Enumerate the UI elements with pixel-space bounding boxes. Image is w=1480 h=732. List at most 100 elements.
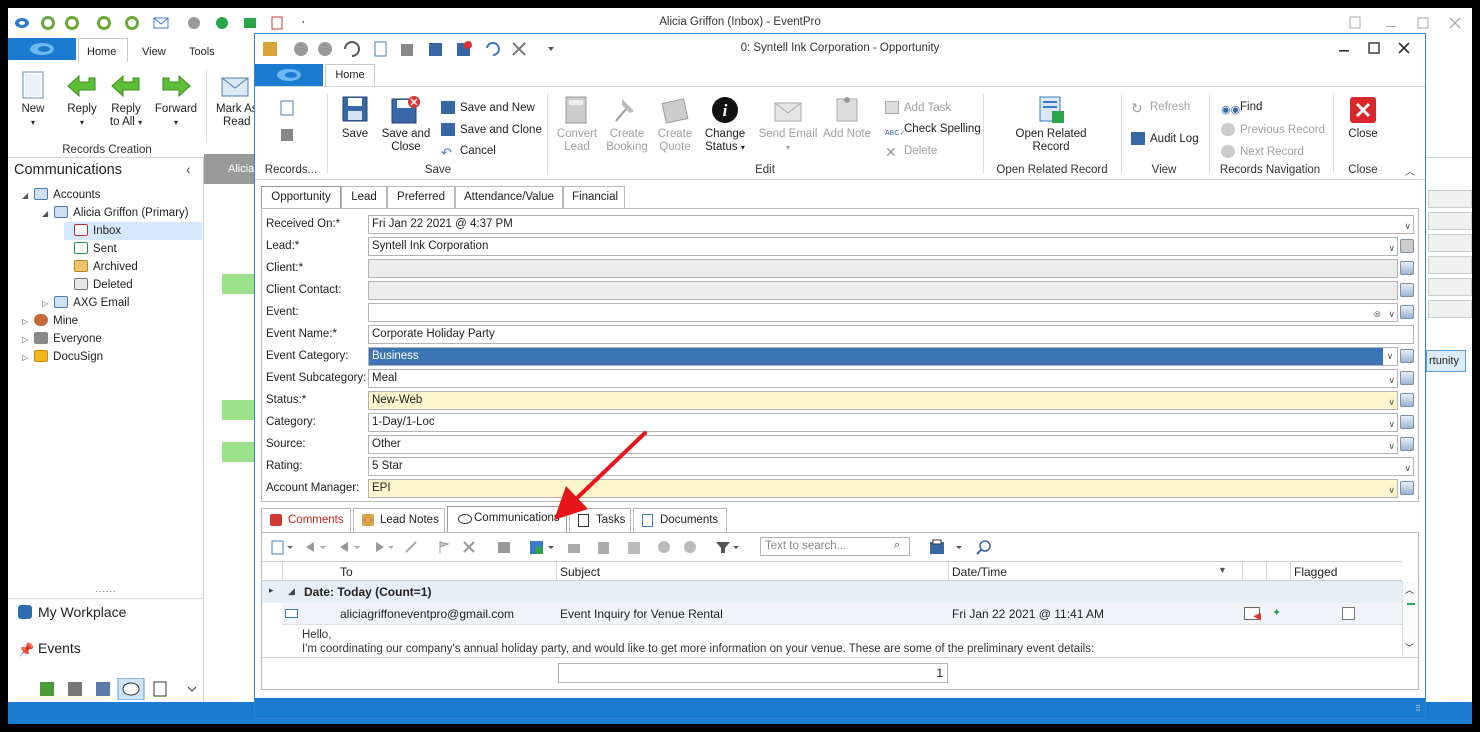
refresh-button[interactable]: ↻ Refresh [1131,101,1190,115]
dialog-file-tab[interactable] [255,64,323,86]
previous-record-button[interactable]: Previous Record [1221,123,1325,136]
grid-print-filter-icons[interactable] [926,538,996,556]
chevron-down-icon[interactable]: ∨ [1388,240,1395,257]
tab-lead[interactable]: Lead [341,186,387,208]
tree-item-accounts[interactable]: ◢ Accounts [22,188,100,201]
tree-item-inbox[interactable]: Inbox [74,224,121,237]
audit-log-button[interactable]: Audit Log [1131,132,1199,145]
nav-events[interactable]: 📌 Events [18,640,81,657]
tab-comments[interactable]: Comments [261,508,351,532]
event-subcategory-field[interactable]: Meal ∨ [368,369,1398,388]
column-header-subject[interactable]: Subject [560,565,600,579]
tab-documents[interactable]: Documents [633,508,727,532]
event-field[interactable]: ⊗ ∨ [368,303,1398,322]
status-field[interactable]: New-Web ∨ [368,391,1398,410]
chevron-down-icon[interactable]: ∨ [1404,460,1411,477]
search-magnifier-icon[interactable]: ⌕ [894,539,900,552]
reply-button[interactable]: Reply ▾ [60,70,104,129]
lead-field[interactable]: Syntell Ink Corporation ∨ [368,237,1398,256]
chevron-down-icon[interactable]: ∨ [1388,438,1395,455]
scroll-down-icon[interactable]: ﹀ [1405,641,1414,654]
save-and-close-button[interactable]: Save and Close [379,95,433,154]
file-tab[interactable] [8,38,76,60]
tab-opportunity[interactable]: Opportunity [261,186,341,208]
rating-field[interactable]: 5 Star ∨ [368,457,1414,476]
grid-group-row[interactable]: ▸ ◢ Date: Today (Count=1) [262,581,1402,603]
clear-icon[interactable]: ⊗ [1373,306,1381,323]
add-note-button[interactable]: Add Note [821,95,873,141]
tab-attendance-value[interactable]: Attendance/Value [455,186,563,208]
grid-scrollbar[interactable]: ︿ ﹀ [1402,581,1418,657]
tab-home[interactable]: Home [87,46,116,58]
status-lookup-icon[interactable] [1400,393,1414,407]
column-header-to[interactable]: To [340,565,353,579]
category-lookup-icon[interactable] [1400,415,1414,429]
chevron-down-icon[interactable]: ∨ [1388,306,1395,323]
account-manager-field[interactable]: EPI ∨ [368,479,1398,498]
scroll-up-icon[interactable]: ︿ [1405,583,1414,596]
delete-button[interactable]: ✕ Delete [885,145,937,159]
chevron-down-icon[interactable]: ∨ [1388,416,1395,433]
tree-item-everyone[interactable]: ▷ Everyone [22,332,102,345]
chevron-down-icon[interactable]: ∨ [1388,372,1395,389]
event-lookup-icon[interactable] [1400,305,1414,319]
sidebar-splitter[interactable]: ...... [8,584,204,594]
event-name-field[interactable]: Corporate Holiday Party [368,325,1414,344]
dialog-tab-home[interactable]: Home [325,64,375,86]
event-subcategory-lookup-icon[interactable] [1400,371,1414,385]
tree-item-docusign[interactable]: ▷ DocuSign [22,350,103,363]
close-button[interactable]: Close [1341,95,1385,141]
client-contact-lookup-icon[interactable] [1400,283,1414,297]
create-quote-button[interactable]: Create Quote [653,95,697,154]
collapse-sidebar-icon[interactable]: ‹ [186,161,191,177]
records-button[interactable]: Records... [261,164,321,176]
next-record-button[interactable]: Next Record [1221,145,1304,158]
tree-item-deleted[interactable]: Deleted [74,278,133,291]
reply-all-button[interactable]: Reply to All ▾ [106,70,146,129]
source-field[interactable]: Other ∨ [368,435,1398,454]
grid-toolbar-icons[interactable] [268,538,758,556]
table-row[interactable]: aliciagriffoneventpro@gmail.com Event In… [282,603,1402,625]
tree-item-sent[interactable]: Sent [74,242,117,255]
tree-item-mine[interactable]: ▷ Mine [22,314,78,327]
tab-tools[interactable]: Tools [189,46,215,58]
mark-as-read-button[interactable]: Mark As Read [212,70,258,129]
sidebar-module-icons[interactable] [38,678,198,700]
save-and-clone-button[interactable]: Save and Clone [441,123,542,136]
client-lookup-icon[interactable] [1400,261,1414,275]
lead-lookup-icon[interactable] [1400,239,1414,253]
received-on-field[interactable]: Fri Jan 22 2021 @ 4:37 PM ∨ [368,215,1414,234]
find-button[interactable]: ◉◉Find [1221,101,1262,117]
new-button[interactable]: New ▾ [18,70,48,129]
nav-my-workplace[interactable]: My Workplace [18,604,126,620]
collapse-ribbon-icon[interactable]: ︿ [1405,163,1415,178]
add-task-button[interactable]: Add Task [885,101,951,114]
tab-preferred[interactable]: Preferred [387,186,455,208]
expand-arrow-icon[interactable]: ▸ [269,585,274,596]
account-manager-lookup-icon[interactable] [1400,481,1414,495]
cancel-button[interactable]: ↶ Cancel [441,145,496,160]
category-field[interactable]: 1-Day/1-Loc ∨ [368,413,1398,432]
chevron-down-icon[interactable]: ∨ [1388,394,1395,411]
source-lookup-icon[interactable] [1400,437,1414,451]
tab-view[interactable]: View [142,46,166,58]
send-email-button[interactable]: Send Email ▾ [755,95,821,154]
grid-search-input[interactable]: Text to search... [760,537,910,556]
client-contact-field[interactable] [368,281,1398,300]
event-category-field[interactable]: Business ∨ [368,347,1398,366]
resize-grip-icon[interactable]: ⠿ [1415,704,1421,713]
dialog-window-controls[interactable] [1335,41,1425,57]
tab-tasks[interactable]: Tasks [569,508,631,532]
change-status-button[interactable]: i Change Status ▾ [701,95,749,154]
flagged-checkbox[interactable] [1342,607,1355,620]
create-booking-button[interactable]: Create Booking [603,95,651,154]
tab-communications[interactable]: Communications [447,506,567,532]
event-category-lookup-icon[interactable] [1400,349,1414,363]
chevron-down-icon[interactable]: ∨ [1383,348,1397,365]
open-related-record-button[interactable]: Open Related Record [1011,95,1091,154]
column-header-flagged[interactable]: Flagged [1294,565,1337,579]
tab-financial[interactable]: Financial [563,186,625,208]
outer-window-controls[interactable] [1348,16,1468,30]
save-and-new-button[interactable]: Save and New [441,101,535,114]
tree-item-primary-account[interactable]: ◢ Alicia Griffon (Primary) [42,206,189,219]
